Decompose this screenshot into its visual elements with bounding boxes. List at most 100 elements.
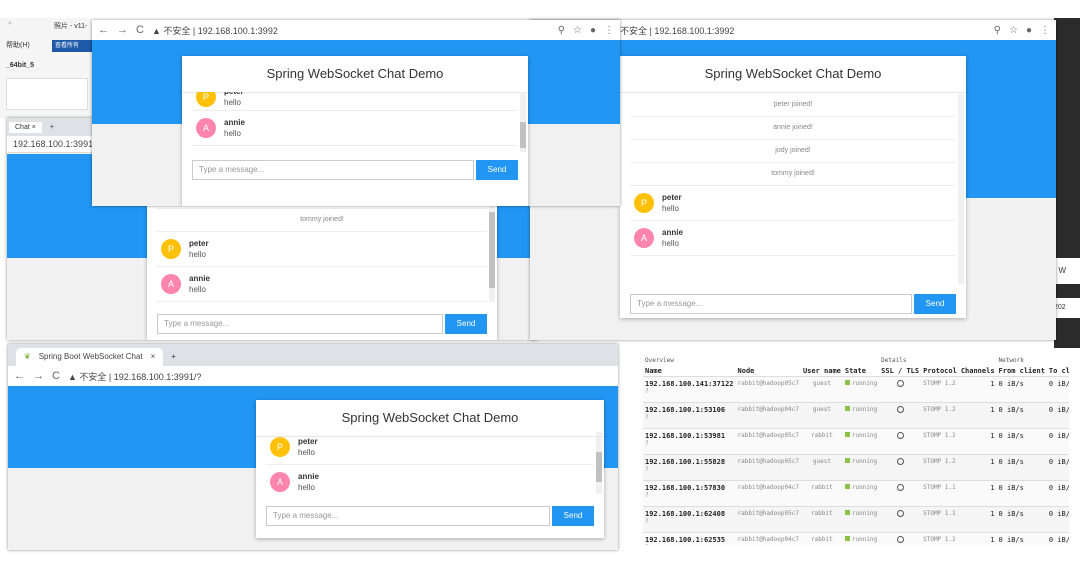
star-icon[interactable]: ☆ [1009,25,1018,36]
table-row[interactable]: 192.168.100.1:55828? rabbit@hadoop05c7 gue… [643,454,1069,481]
avatar: P [270,437,290,457]
event-message: annie joined! [630,117,956,140]
col-state[interactable]: State [843,365,879,377]
spring-leaf-icon: ❦ [24,352,31,361]
zoom-icon[interactable]: ⚲ [558,25,565,36]
channels-cell: 1 [958,428,997,455]
connection-name-link[interactable]: 192.168.100.1:55828 [645,458,725,466]
scrollbar[interactable] [958,94,964,284]
message-area[interactable]: peter joined! annie joined! jody joined!… [630,94,956,284]
connection-name-link[interactable]: 192.168.100.1:57830 [645,484,725,492]
group-overview: Overview [645,356,674,364]
star-icon[interactable]: ☆ [573,25,582,36]
sender-name: peter [189,239,209,248]
message-area[interactable]: jody joined! tommy joined! Ppeterhello A… [157,196,487,304]
send-button[interactable]: Send [476,160,518,180]
connection-name-link[interactable]: 192.168.100.141:37122 [645,380,734,388]
message-input[interactable]: Type a message... [157,314,443,334]
col-to-client[interactable]: To cl [1047,365,1069,377]
message-text: hello [189,250,206,259]
chat-message-peter: Ppeter hello [266,430,594,465]
state-text: running [851,510,878,517]
menu-icon[interactable]: ⋮ [1040,25,1050,36]
insecure-label: 不安全 [163,25,191,36]
forward-icon[interactable]: → [33,370,44,382]
message-input[interactable]: Type a message... [266,506,550,526]
from-client-cell: 0 iB/s [996,376,1047,403]
protocol-cell: STOMP 1.2 [921,376,959,403]
close-tab-icon[interactable]: × [151,348,156,366]
table-row[interactable]: 192.168.100.1:53106? rabbit@hadoop04c7 gue… [643,402,1069,429]
scrollbar[interactable] [520,92,526,152]
account-icon[interactable]: ● [590,25,596,36]
insecure-label: 不安全 [620,25,648,36]
url-text[interactable]: ▲ 不安全 | 192.168.100.1:3992 [152,24,550,37]
zoom-icon[interactable]: ⚲ [994,25,1001,36]
view-all-button[interactable]: 查看所有 [52,40,95,52]
connection-name-link[interactable]: 192.168.100.1:53981 [645,432,725,440]
sender-name: peter [662,193,682,202]
chat-card: jody joined! tommy joined! Ppeterhello A… [147,196,497,340]
table-row[interactable]: 192.168.100.141:37122? rabbit@hadoop05c7 g… [643,376,1069,403]
message-area[interactable]: Ppeter hello Aannie hello [266,430,594,498]
message-input[interactable]: Type a message... [630,294,912,314]
new-tab-button[interactable]: + [171,348,176,366]
ssl-cell [879,402,922,429]
connection-name-link[interactable]: 192.168.100.1:53106 [645,406,725,414]
scrollbar[interactable] [489,198,495,302]
from-client-cell: 0 iB/s [996,402,1047,429]
to-client-cell: 0 iB/ [1046,506,1069,533]
sender-name: annie [298,472,319,481]
message-area[interactable]: Ppeter hello Aannie hello [192,92,518,152]
account-icon[interactable]: ● [1026,25,1032,36]
col-protocol[interactable]: Protocol [921,365,959,377]
menu-icon[interactable]: ⋮ [604,25,614,36]
new-tab-button[interactable]: + [50,124,54,131]
channels-cell: 1 [958,402,997,429]
tab-chat[interactable]: Chat × [9,121,42,133]
reload-icon[interactable]: C [136,24,144,36]
table-row[interactable]: 192.168.100.1:62535?rabbit@hadoop04c7rab… [643,532,1069,545]
send-button[interactable]: Send [552,506,594,526]
help-menu[interactable]: 帮助(H) [6,40,30,50]
user-cell: rabbit [800,480,843,507]
col-from-client[interactable]: From client [997,365,1047,377]
connection-name-link[interactable]: 192.168.100.1:62535 [645,536,725,544]
tab-label: Chat [15,123,30,131]
col-user[interactable]: User name [801,365,843,377]
back-icon[interactable]: ← [98,24,109,36]
table-row[interactable]: 192.168.100.1:62408? rabbit@hadoop05c7 rab… [643,506,1069,533]
url-text[interactable]: ▲ 不安全 | 192.168.100.1:3991/? [68,370,612,383]
forward-icon[interactable]: → [117,24,128,36]
expand-marker-icon: ? [645,466,649,473]
col-name[interactable]: Name [643,365,736,377]
running-status-icon [844,458,850,463]
send-button[interactable]: Send [445,314,487,334]
channels-cell: 1 [958,532,997,545]
message-text: hello [224,98,241,107]
photo-app-label: 照片 - v11- [54,23,88,30]
avatar: A [270,472,290,492]
from-client-cell: 0 iB/s [996,506,1047,533]
chat-message-annie: Aannie hello [266,465,594,498]
tab-spring-boot-chat[interactable]: ❦ Spring Boot WebSocket Chat × [16,348,164,366]
table-row[interactable]: 192.168.100.1:57830? rabbit@hadoop04c7 rab… [643,480,1069,507]
message-text: hello [298,483,315,492]
avatar: A [634,228,654,248]
send-button[interactable]: Send [914,294,956,314]
connection-name-link[interactable]: 192.168.100.1:62408 [645,510,725,518]
scrollbar[interactable] [596,432,602,494]
ssl-off-icon [896,536,904,543]
table-row[interactable]: 192.168.100.1:53981? rabbit@hadoop05c7 rab… [643,428,1069,455]
back-icon[interactable]: ← [14,370,25,382]
message-input[interactable]: Type a message... [192,160,474,180]
reload-icon[interactable]: C [52,370,60,382]
ssl-off-icon [896,380,904,387]
close-tab-icon[interactable]: × [32,124,36,131]
col-channels[interactable]: Channels [959,365,997,377]
col-node[interactable]: Node [736,365,801,377]
expand-marker-icon: ? [645,440,649,447]
state-cell: running [842,480,880,507]
background-window-fragment: ⌕ 照片 - v11- 帮助(H) 查看所有 _64bit_5 [0,18,95,118]
col-ssl[interactable]: SSL / TLS [879,365,921,377]
